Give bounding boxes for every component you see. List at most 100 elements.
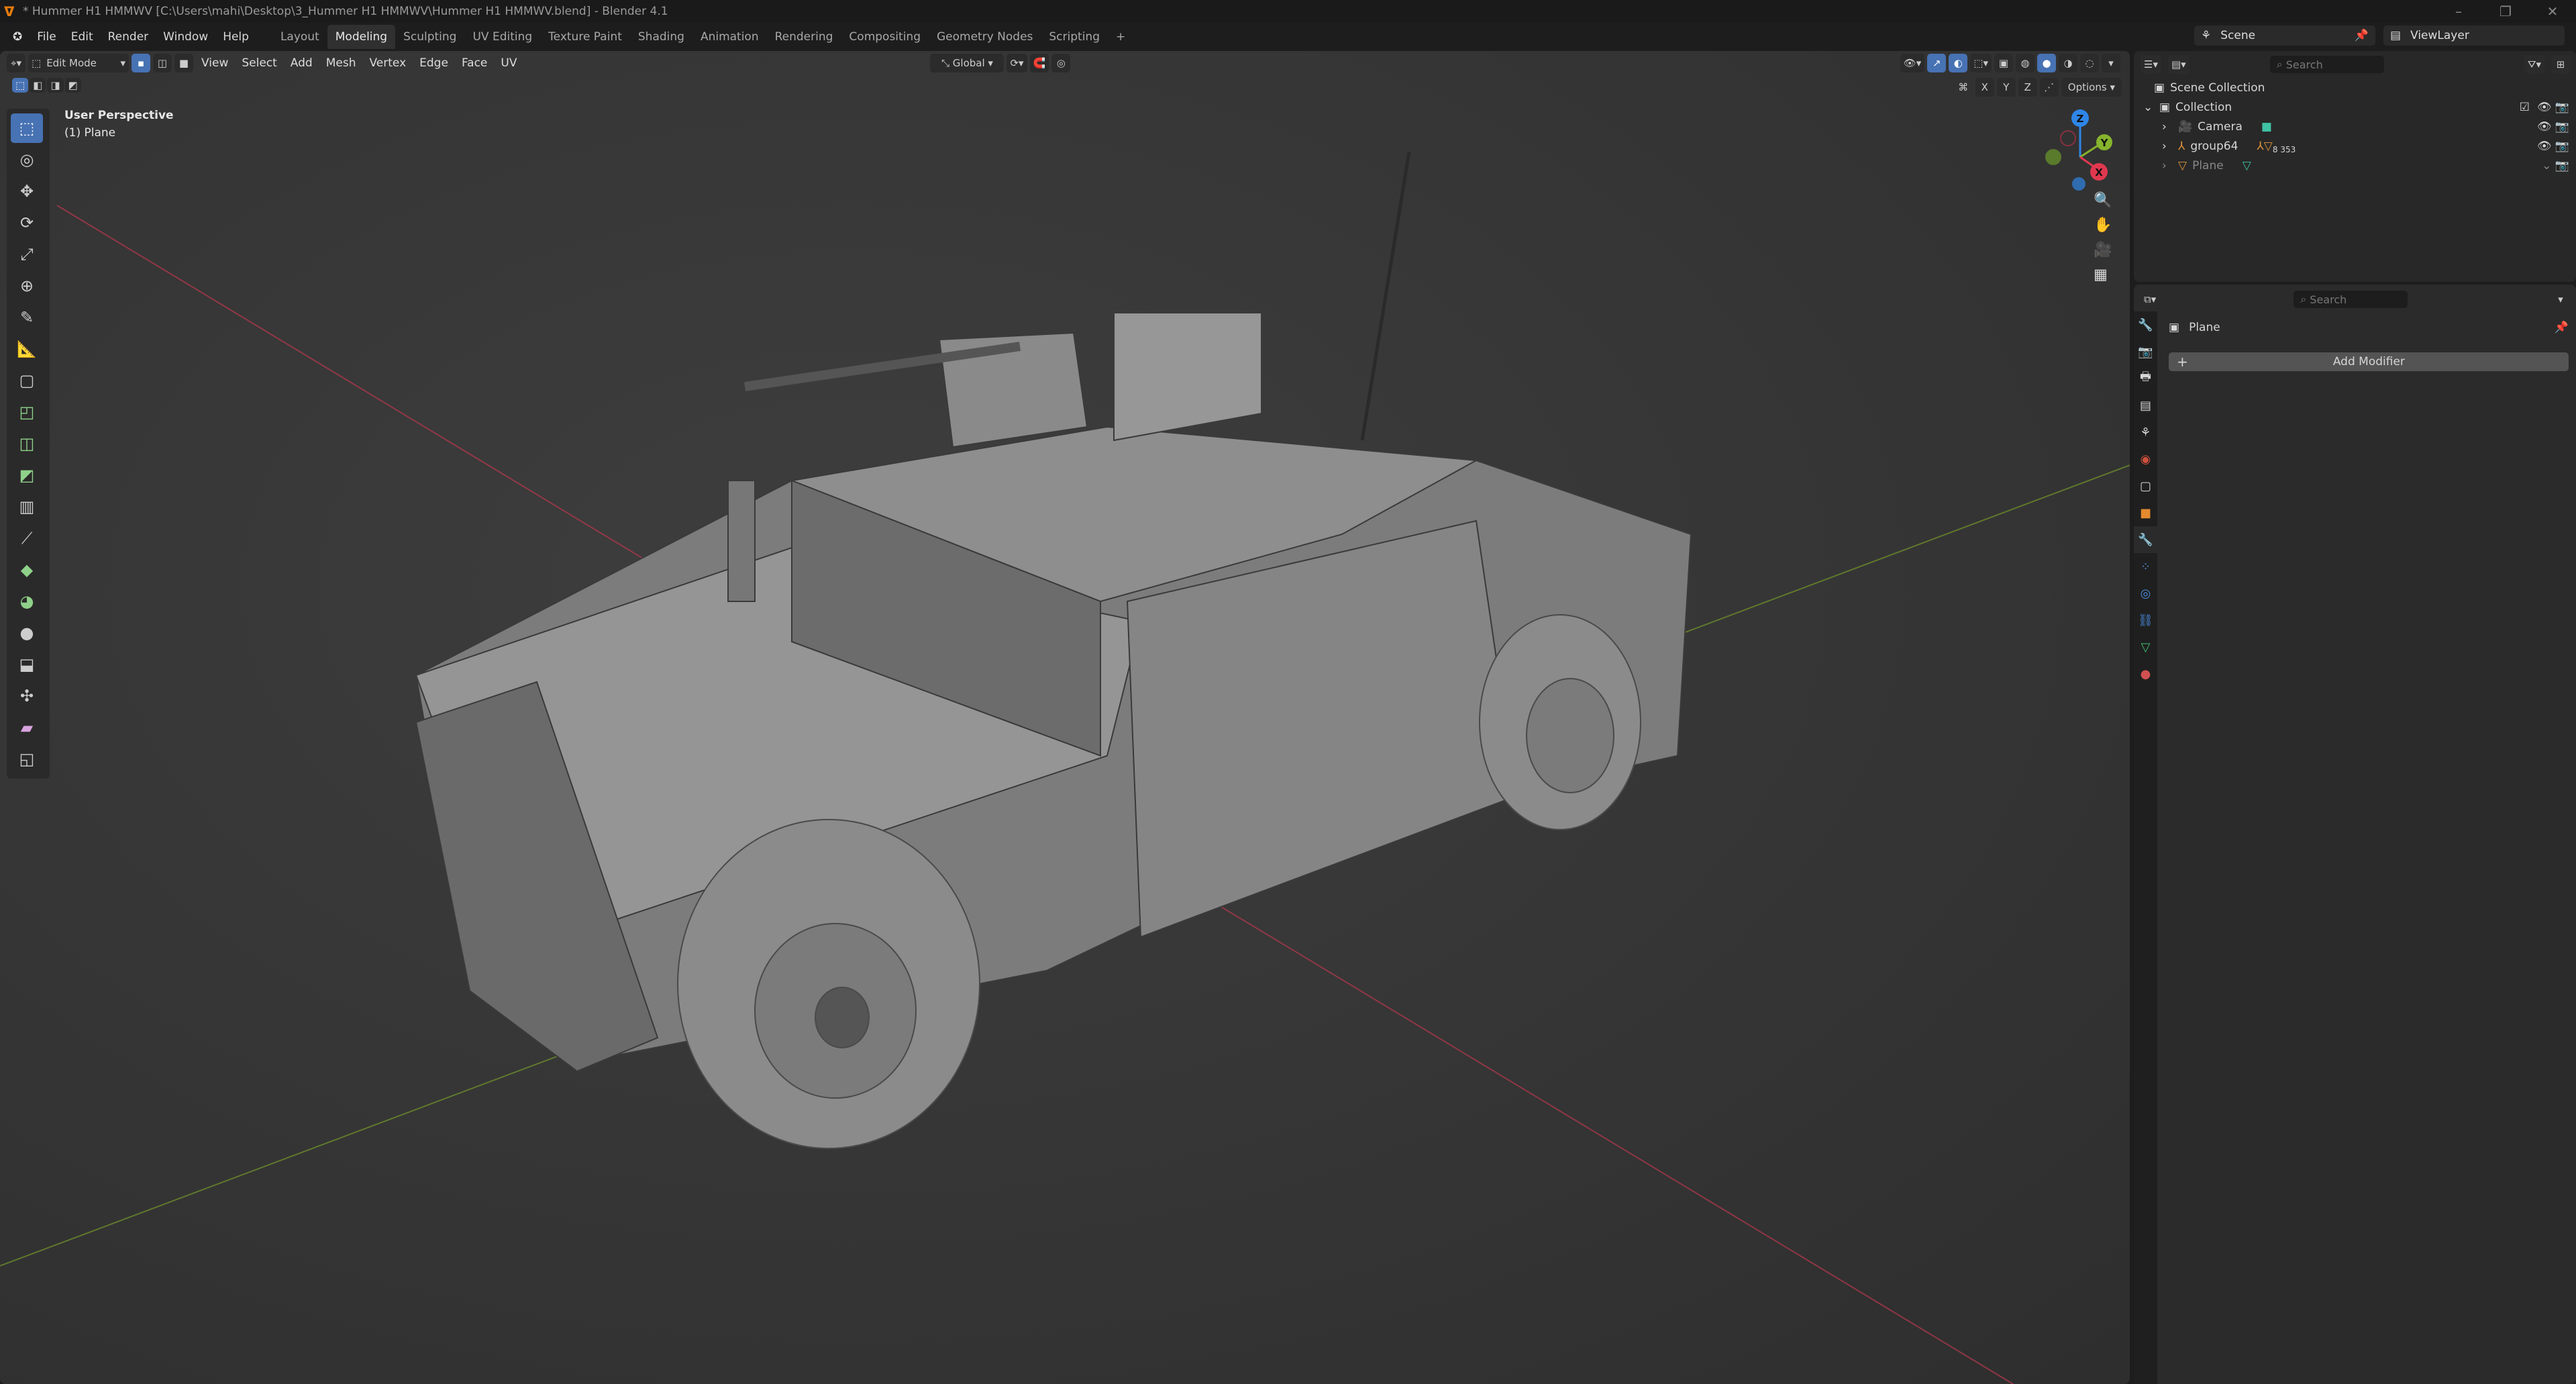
properties-options-button[interactable]: ▾ (2551, 290, 2570, 309)
add-workspace-button[interactable]: + (1108, 25, 1133, 49)
pan-hand-icon[interactable]: ✋ (2094, 217, 2112, 234)
exclude-checkbox[interactable]: ☑ (2520, 101, 2530, 114)
tab-texture-paint[interactable]: Texture Paint (540, 25, 630, 49)
menu-add[interactable]: Add (285, 54, 318, 72)
visibility-eye-icon[interactable]: 👁 (2537, 101, 2552, 114)
display-mode-button[interactable]: ▤▾ (2167, 55, 2189, 74)
tab-sculpting[interactable]: Sculpting (395, 25, 464, 49)
options-dropdown[interactable]: Options ▾ (2061, 78, 2122, 97)
tab-view-layer[interactable]: ▤ (2134, 392, 2157, 419)
shading-rendered-button[interactable]: ◌ (2080, 54, 2099, 72)
tab-render[interactable]: 📷 (2134, 338, 2157, 365)
maximize-button[interactable]: ❐ (2482, 0, 2529, 23)
edge-slide-tool[interactable]: ◱ (11, 744, 43, 774)
menu-help[interactable]: Help (215, 25, 256, 49)
expand-chevron-icon[interactable]: › (2162, 140, 2173, 153)
tab-physics[interactable]: ◎ (2134, 580, 2157, 607)
render-camera-icon[interactable]: 📷 (2555, 159, 2569, 172)
outliner-item-group64[interactable]: › ⅄ group64 ⅄▽ 8 353 👁 📷 (2134, 136, 2576, 156)
view-layer-selector[interactable]: ▤ ViewLayer (2383, 26, 2565, 46)
select-new-button[interactable]: ⬚ (12, 78, 29, 93)
tab-tool[interactable]: 🔧 (2134, 311, 2157, 338)
proportional-edit-button[interactable]: ◎ (1051, 54, 1071, 72)
shrink-fatten-tool[interactable]: ⬓ (11, 650, 43, 679)
vertex-select-button[interactable]: ▪ (132, 54, 150, 72)
visibility-button[interactable]: 👁▾ (1900, 54, 1925, 72)
transform-orientation-dropdown[interactable]: ⤡ Global ▾ (930, 54, 1004, 72)
navigation-gizmo[interactable]: Z Y X (2026, 105, 2120, 192)
mirror-z-button[interactable]: Z (2018, 78, 2037, 97)
tab-world[interactable]: ◉ (2134, 446, 2157, 473)
pin-icon[interactable]: 📌 (2555, 321, 2569, 334)
spin-tool[interactable]: ◕ (11, 587, 43, 616)
mode-selector[interactable]: ⬚ Edit Mode ▾ (28, 54, 129, 72)
tab-output[interactable]: 🖶 (2134, 365, 2157, 392)
pin-icon[interactable]: 📌 (2355, 29, 2369, 42)
expand-chevron-icon[interactable]: ⌄ (2143, 101, 2154, 114)
mirror-x-button[interactable]: X (1975, 78, 1994, 97)
shading-material-button[interactable]: ◑ (2059, 54, 2077, 72)
add-modifier-button[interactable]: + Add Modifier (2169, 352, 2569, 371)
select-subtract-button[interactable]: ◨ (47, 78, 64, 93)
shading-options-button[interactable]: ▾ (2102, 54, 2120, 72)
shading-solid-button[interactable]: ● (2037, 54, 2056, 72)
editor-type-button[interactable]: ⌖▾ (7, 54, 25, 72)
perspective-grid-icon[interactable]: ▦ (2094, 266, 2112, 283)
outliner-editor-type-button[interactable]: ☰▾ (2141, 55, 2161, 74)
shear-tool[interactable]: ✣ (11, 681, 43, 711)
transform-tool[interactable]: ⊕ (11, 271, 43, 301)
menu-edge[interactable]: Edge (414, 54, 454, 72)
gizmo-neg-x[interactable] (2060, 130, 2076, 146)
properties-editor-type-button[interactable]: ⧉▾ (2141, 290, 2160, 309)
zoom-icon[interactable]: 🔍 (2094, 192, 2112, 209)
tab-animation[interactable]: Animation (692, 25, 767, 49)
render-camera-icon[interactable]: 📷 (2555, 101, 2569, 114)
render-camera-icon[interactable]: 📷 (2555, 120, 2569, 134)
visibility-eye-icon[interactable]: 👁 (2537, 140, 2552, 153)
edge-select-button[interactable]: ◫ (153, 54, 172, 72)
auto-merge-button[interactable]: ⋰ (2039, 78, 2059, 97)
close-button[interactable]: ✕ (2529, 0, 2576, 23)
visibility-hidden-icon[interactable]: ⌄ (2542, 159, 2551, 172)
menu-file[interactable]: File (30, 25, 63, 49)
camera-view-icon[interactable]: 🎥 (2094, 242, 2112, 258)
select-intersect-button[interactable]: ◩ (64, 78, 81, 93)
snap-button[interactable]: 🧲 (1029, 54, 1049, 72)
cursor-tool[interactable]: ◎ (11, 145, 43, 175)
menu-mesh[interactable]: Mesh (321, 54, 362, 72)
mirror-y-button[interactable]: Y (1996, 78, 2016, 97)
filter-button[interactable]: ⛛▾ (2524, 55, 2544, 74)
tab-layout[interactable]: Layout (272, 25, 327, 49)
tab-material[interactable]: ● (2134, 660, 2157, 687)
minimize-button[interactable]: – (2435, 0, 2482, 23)
select-box-tool[interactable]: ⬚ (11, 113, 43, 143)
face-select-button[interactable]: ■ (174, 54, 193, 72)
mesh-edit-overlay-button[interactable]: ⬚▾ (1970, 54, 1992, 72)
tab-scene[interactable]: ⚘ (2134, 419, 2157, 446)
tab-scripting[interactable]: Scripting (1041, 25, 1108, 49)
expand-chevron-icon[interactable]: › (2162, 159, 2173, 172)
pivot-point-button[interactable]: ⟳▾ (1007, 54, 1027, 72)
scale-tool[interactable]: ⤢ (11, 240, 43, 269)
outliner-item-plane[interactable]: › ▽ Plane ▽ ⌄ 📷 (2134, 156, 2576, 175)
outliner-search-input[interactable]: ⌕ Search (2269, 56, 2384, 73)
scene-collection-row[interactable]: ▣ Scene Collection (2134, 78, 2576, 97)
properties-search-input[interactable]: ⌕ Search (2294, 291, 2408, 308)
inset-tool[interactable]: ◫ (11, 429, 43, 458)
tab-shading[interactable]: Shading (630, 25, 692, 49)
tab-modifiers[interactable]: 🔧 (2134, 526, 2157, 553)
tab-geometry-nodes[interactable]: Geometry Nodes (929, 25, 1041, 49)
loop-cut-tool[interactable]: ▥ (11, 492, 43, 522)
annotate-tool[interactable]: ✎ (11, 303, 43, 332)
poly-build-tool[interactable]: ◆ (11, 555, 43, 585)
outliner-item-camera[interactable]: › 🎥 Camera ■ 👁 📷 (2134, 117, 2576, 136)
render-camera-icon[interactable]: 📷 (2555, 140, 2569, 153)
rip-tool[interactable]: ▰ (11, 713, 43, 742)
smooth-tool[interactable]: ● (11, 618, 43, 648)
menu-view[interactable]: View (196, 54, 234, 72)
tab-particles[interactable]: ⁘ (2134, 553, 2157, 580)
menu-edit[interactable]: Edit (64, 25, 101, 49)
expand-chevron-icon[interactable]: › (2162, 120, 2173, 134)
tab-constraints[interactable]: ⛓ (2134, 607, 2157, 634)
select-extend-button[interactable]: ◧ (30, 78, 46, 93)
